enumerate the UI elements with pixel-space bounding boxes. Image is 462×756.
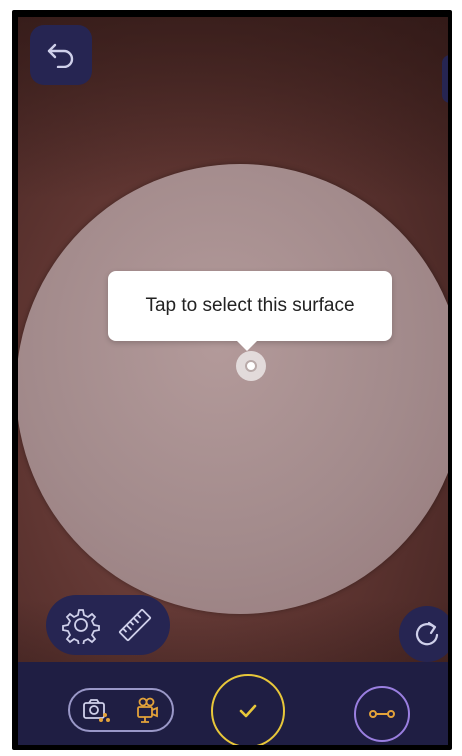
refresh-icon [412, 619, 442, 649]
checkmark-icon [237, 702, 259, 720]
detected-surface[interactable] [18, 164, 448, 614]
refresh-button[interactable] [399, 606, 448, 662]
camera-share-icon[interactable] [81, 696, 111, 724]
side-panel-button[interactable] [442, 55, 448, 103]
camera-view[interactable]: Tap to select this surface [18, 17, 448, 745]
device-frame: Tap to select this surface [12, 10, 452, 750]
gear-icon[interactable] [61, 606, 100, 644]
ruler-icon[interactable] [115, 605, 155, 645]
video-camera-icon[interactable] [133, 695, 161, 725]
tools-pill [46, 595, 170, 655]
confirm-button[interactable] [211, 674, 285, 745]
back-button[interactable] [30, 25, 92, 85]
measure-line-icon [368, 707, 396, 721]
capture-mode-pill [68, 688, 174, 732]
target-dot [245, 360, 257, 372]
undo-arrow-icon [46, 42, 76, 68]
bottom-toolbar [18, 662, 448, 745]
surface-tooltip: Tap to select this surface [108, 271, 392, 351]
surface-target-point[interactable] [236, 351, 266, 381]
measure-button[interactable] [354, 686, 410, 742]
tooltip-text: Tap to select this surface [145, 295, 355, 316]
